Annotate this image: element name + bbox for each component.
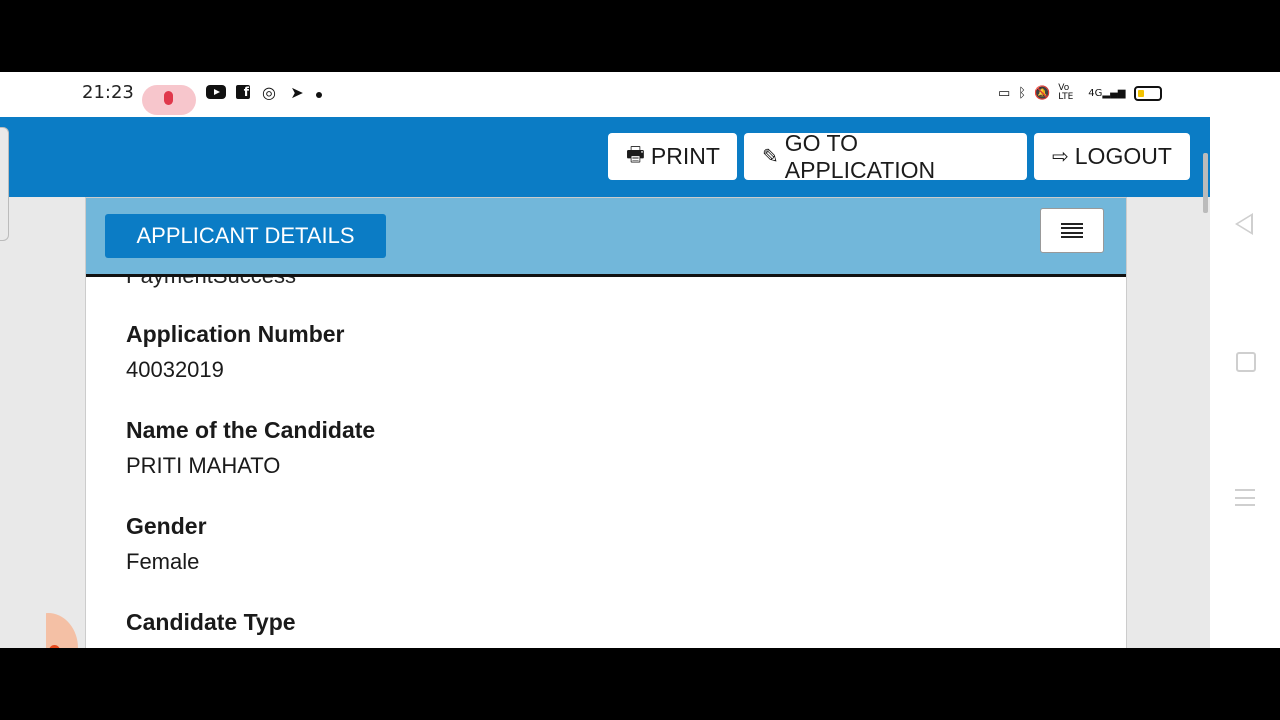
bluetooth-icon: ᛒ [1018,85,1027,101]
facebook-icon: f [236,85,250,99]
youtube-icon [206,85,226,99]
top-navigation-bar: 🖶 PRINT ✎ GO TO APPLICATION ⇨ LOGOUT [0,117,1210,241]
volte-icon: Vo LTE [1058,83,1074,102]
applicant-details-button[interactable]: APPLICANT DETAILS [105,214,386,258]
telegram-icon: ➤ [290,82,304,102]
field-candidate-name: Name of the Candidate PRITI MAHATO [126,417,375,479]
system-icons: ▭ ᛒ 🔕 Vo LTE 4G▂▄▆ [998,84,1162,102]
applicant-details-card: APPLICANT DETAILS PaymentSuccess Applica… [85,197,1127,648]
go-to-application-label: GO TO APPLICATION [784,129,936,183]
logout-button[interactable]: ⇨ LOGOUT [1034,133,1190,180]
payment-status-value: PaymentSuccess [126,277,296,289]
edit-icon: ✎ [762,146,779,168]
field-gender: Gender Female [126,513,207,575]
menu-toggle-button[interactable] [1040,208,1104,253]
home-icon[interactable] [1236,352,1256,372]
recents-menu-icon[interactable] [1235,489,1255,506]
field-label: Application Number [126,321,345,347]
field-label: Candidate Type [126,609,296,635]
details-content: PaymentSuccess Application Number 400320… [86,277,1126,648]
print-label: PRINT [650,143,720,169]
status-time: 21:23 [82,82,134,103]
notification-icons: f ◎ ➤ [206,82,322,102]
logout-label: LOGOUT [1074,143,1172,169]
field-label: Gender [126,513,207,539]
battery-icon [1133,85,1162,101]
back-icon[interactable] [1235,213,1253,235]
screen-icon: ▭ [998,85,1011,101]
dot-icon [316,92,322,98]
hamburger-icon [1061,222,1083,239]
status-bar: 21:23 f ◎ ➤ ▭ ᛒ 🔕 Vo LTE 4G▂▄▆ [0,72,1210,117]
field-value: Female [126,549,200,574]
target-icon: ◎ [262,82,276,102]
field-value: 40032019 [126,357,224,382]
side-drawer-handle[interactable] [0,127,9,241]
floating-recorder-bubble[interactable] [18,613,78,648]
page-scrollbar[interactable] [1203,153,1208,213]
mute-icon: 🔕 [1034,85,1051,101]
card-header: APPLICANT DETAILS [86,198,1126,277]
print-button[interactable]: 🖶 PRINT [608,133,737,180]
print-icon: 🖶 [626,143,645,166]
system-navigation-bar [1210,72,1280,648]
field-candidate-type: Candidate Type [126,609,296,645]
field-application-number: Application Number 40032019 [126,321,345,383]
mic-icon[interactable] [142,85,196,115]
browser-webview: 🖶 PRINT ✎ GO TO APPLICATION ⇨ LOGOUT APP… [0,117,1210,648]
field-label: Name of the Candidate [126,417,376,443]
logout-icon: ⇨ [1052,146,1069,168]
go-to-application-button[interactable]: ✎ GO TO APPLICATION [744,130,1027,183]
signal-4g-icon: 4G▂▄▆ [1088,87,1126,99]
field-value: PRITI MAHATO [126,453,281,478]
phone-screen: 21:23 f ◎ ➤ ▭ ᛒ 🔕 Vo LTE 4G▂▄▆ 🖶 PRINT ✎… [0,72,1280,648]
bubble-ring [46,613,78,648]
